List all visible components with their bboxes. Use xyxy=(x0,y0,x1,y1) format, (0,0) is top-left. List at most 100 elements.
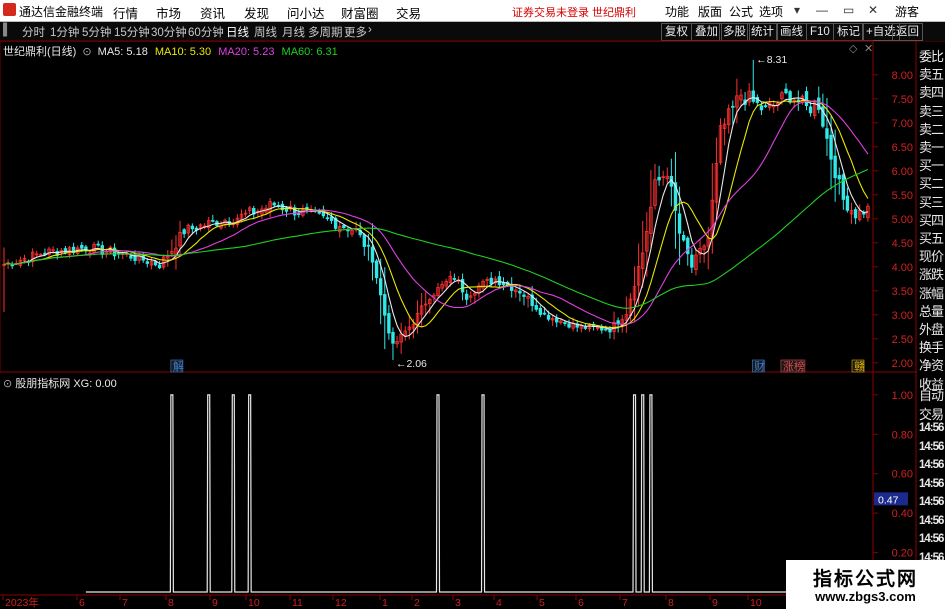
date-tick-label: 5 xyxy=(539,597,545,609)
indicator-tick-label: 0.60 xyxy=(892,469,913,481)
candle-body xyxy=(546,314,551,320)
candle-body xyxy=(182,229,186,235)
side-label: 现价 xyxy=(919,249,944,265)
candle-body xyxy=(751,90,755,102)
side-label: 涨跌 xyxy=(919,267,944,283)
price-tick-label: 2.00 xyxy=(892,358,913,370)
candle-body xyxy=(555,317,559,323)
date-tick-label: 7 xyxy=(622,597,628,609)
side-label: 买二 xyxy=(919,176,944,192)
candle-body xyxy=(845,195,850,211)
date-tick-label: 4 xyxy=(496,597,502,609)
candle-body xyxy=(157,264,162,269)
candle-body xyxy=(841,174,846,200)
high-annotation: ←8.31 xyxy=(756,54,787,66)
candle-body xyxy=(677,213,682,234)
candle-body xyxy=(657,176,661,181)
candle-body xyxy=(464,293,469,300)
price-tick-label: 6.00 xyxy=(892,166,913,178)
candle-body xyxy=(784,88,788,94)
event-marker: 赣 xyxy=(854,359,865,373)
side-label: 卖四 xyxy=(919,85,944,101)
date-tick-label: 12 xyxy=(335,597,347,609)
ma10-line xyxy=(3,99,869,329)
brand-watermark: 指标公式网 www.zbgs3.com xyxy=(786,560,945,609)
signal-line xyxy=(85,394,868,593)
price-chart[interactable]: 8.00 7.50 7.00 6.50 6.00 5.50 5.00 4.50 4.00 3.50… xyxy=(0,0,945,609)
candle-body xyxy=(145,261,149,264)
candle-body xyxy=(853,209,858,219)
candle-body xyxy=(534,305,538,310)
candle-body xyxy=(788,91,792,103)
candle-body xyxy=(690,254,694,268)
candle-body xyxy=(522,294,526,297)
price-tick-label: 7.00 xyxy=(892,118,913,130)
price-tick-label: 6.50 xyxy=(892,142,913,154)
side-label: 涨幅 xyxy=(919,285,944,301)
side-label: 净资 xyxy=(919,358,944,374)
price-tick-label: 2.50 xyxy=(892,334,913,346)
candle-body xyxy=(362,234,366,247)
candle-body xyxy=(759,105,764,111)
candle-body xyxy=(837,175,841,180)
candle-body xyxy=(211,219,215,222)
date-tick-label: 3 xyxy=(455,597,461,609)
date-tick-label: 9 xyxy=(212,597,218,609)
side-label: 委比 xyxy=(919,49,944,64)
side-label: 外盘 xyxy=(919,322,944,337)
date-tick-label: 9 xyxy=(712,597,718,609)
candle-body xyxy=(833,155,837,179)
event-marker: 涨榜 xyxy=(783,359,805,373)
candle-body xyxy=(366,244,371,247)
indicator-tick-label: 0.40 xyxy=(892,508,913,520)
ma5-line xyxy=(3,97,869,338)
candle-body xyxy=(763,105,768,108)
side-lower-label: 14:56 xyxy=(919,459,944,471)
side-label: 买五 xyxy=(919,231,944,246)
price-tick-label: 5.00 xyxy=(892,214,913,226)
candle-body xyxy=(112,247,117,257)
side-label: 总量 xyxy=(919,303,944,319)
candle-body xyxy=(374,260,379,279)
candle-body xyxy=(604,328,608,331)
side-lower-label: 14:56 xyxy=(919,422,944,434)
side-label: 卖二 xyxy=(919,121,944,137)
side-lower-label[interactable]: 自动 xyxy=(919,385,944,404)
candle-body xyxy=(583,326,588,329)
event-marker: 财 xyxy=(754,359,765,373)
candle-body xyxy=(489,277,493,285)
candle-body xyxy=(80,244,84,249)
side-lower-label: 14:56 xyxy=(919,477,944,490)
date-tick-label: 8 xyxy=(668,597,674,609)
low-annotation: ←2.06 xyxy=(396,358,427,370)
candle-body xyxy=(383,294,387,316)
candle-body xyxy=(538,307,543,315)
side-label: 买三 xyxy=(919,194,944,210)
date-tick-label: 10 xyxy=(248,597,260,609)
candle-body xyxy=(190,225,195,230)
date-tick-label: 7 xyxy=(122,597,128,609)
candle-body xyxy=(563,322,567,324)
candle-body xyxy=(686,237,690,255)
candle-body xyxy=(567,323,571,328)
event-marker: 解 xyxy=(173,359,184,373)
indicator-tick-label: 1.00 xyxy=(892,390,913,402)
side-label: 买四 xyxy=(919,212,944,228)
candle-body xyxy=(829,134,833,160)
candle-body xyxy=(452,278,457,280)
current-value-label: 0.47 xyxy=(878,494,899,506)
candle-body xyxy=(817,97,821,110)
price-tick-label: 8.00 xyxy=(892,70,913,82)
side-lower-label: 14:56 xyxy=(919,533,944,545)
side-lower-label[interactable]: 交易 xyxy=(919,404,944,423)
side-label: 卖三 xyxy=(919,103,944,119)
ma20-line xyxy=(3,100,869,325)
side-label: 卖一 xyxy=(919,140,944,155)
side-lower-label: 14:56 xyxy=(919,496,944,508)
candle-body xyxy=(129,255,133,259)
candle-body xyxy=(96,243,100,246)
candle-body xyxy=(378,278,383,296)
candle-body xyxy=(825,128,829,139)
date-tick-label: 11 xyxy=(292,597,303,609)
side-label: 卖五 xyxy=(919,67,944,83)
